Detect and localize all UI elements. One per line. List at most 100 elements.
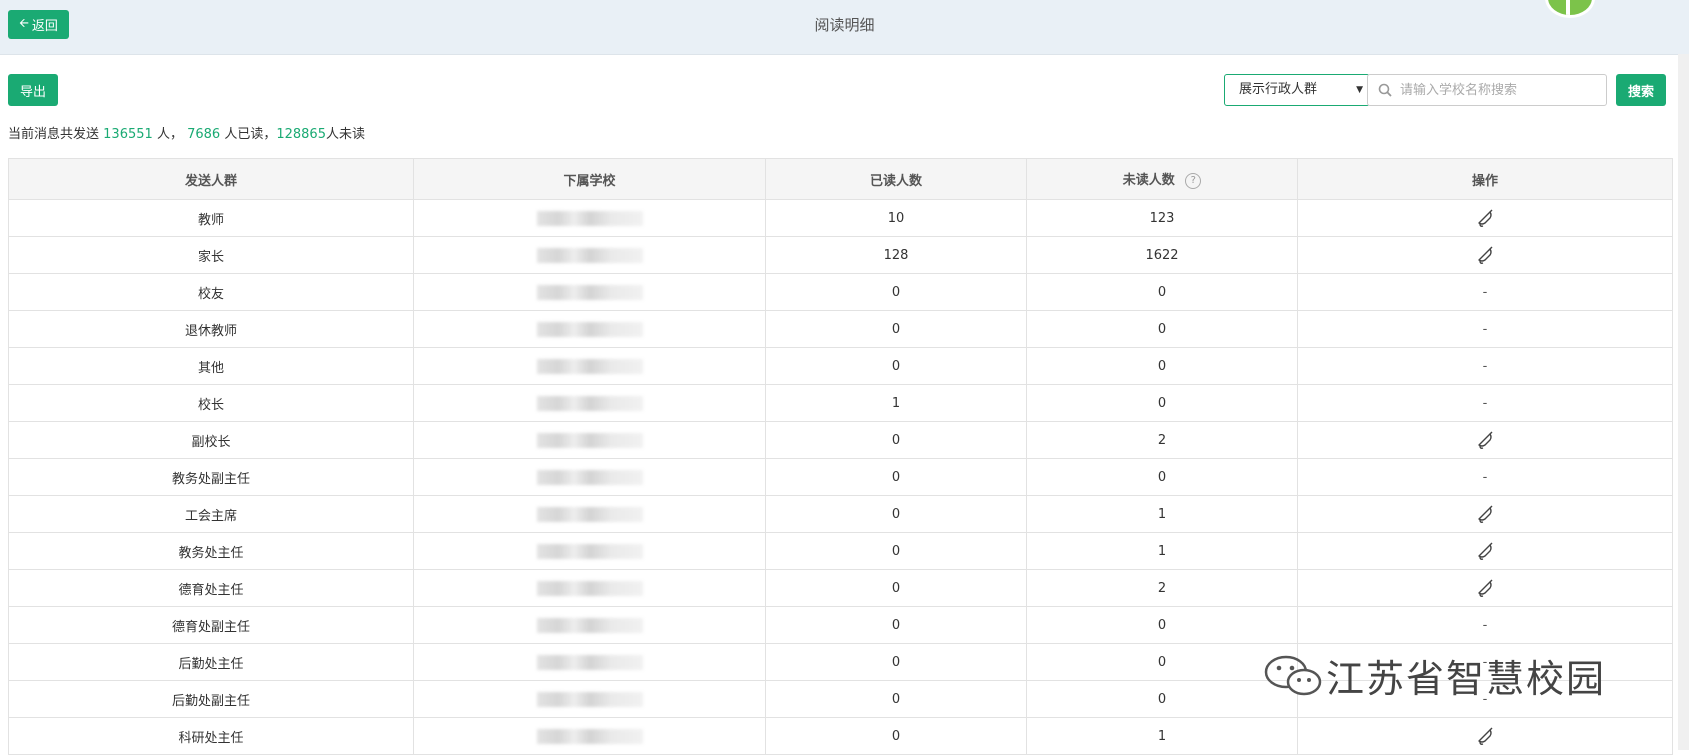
cell-school <box>413 569 766 607</box>
blurred-school-name <box>536 284 643 300</box>
cell-school <box>413 384 766 422</box>
no-action-dash: - <box>1482 395 1488 411</box>
cell-school <box>413 717 766 755</box>
summary-read: 7686 <box>187 127 221 142</box>
cell-school <box>413 606 766 644</box>
export-button[interactable]: 导出 <box>8 74 58 106</box>
cell-group: 工会主席 <box>8 495 414 533</box>
cell-read-count: 0 <box>765 532 1027 570</box>
col-header-group[interactable]: 发送人群 <box>8 158 414 200</box>
school-search-box[interactable] <box>1367 74 1607 106</box>
cell-read-count: 128 <box>765 236 1027 274</box>
summary-total-unit: 人， <box>156 127 183 142</box>
cell-action <box>1297 421 1673 459</box>
cell-read-count: 0 <box>765 569 1027 607</box>
cell-unread-count: 123 <box>1026 199 1298 237</box>
cell-group: 退休教师 <box>8 310 414 348</box>
cell-action <box>1297 495 1673 533</box>
no-action-dash: - <box>1482 321 1488 337</box>
blurred-school-name <box>536 469 643 485</box>
cell-school <box>413 643 766 681</box>
blurred-school-name <box>536 617 643 633</box>
search-button[interactable]: 搜索 <box>1616 74 1666 106</box>
bell-icon[interactable] <box>1475 245 1495 265</box>
blurred-school-name <box>536 728 643 744</box>
blurred-school-name <box>536 432 643 448</box>
cell-group: 副校长 <box>8 421 414 459</box>
summary-unread: 128865 <box>276 127 326 142</box>
cell-group: 后勤处副主任 <box>8 680 414 718</box>
bell-icon[interactable] <box>1475 430 1495 450</box>
cell-unread-count: 0 <box>1026 680 1298 718</box>
cell-action: - <box>1297 606 1673 644</box>
summary-read-unit: 人已读， <box>224 127 277 142</box>
table-row: 德育处主任 0 2 <box>8 569 1673 607</box>
col-header-unread[interactable]: 未读人数 ? <box>1026 158 1298 200</box>
school-search-input[interactable] <box>1398 76 1602 104</box>
cell-unread-count: 1 <box>1026 495 1298 533</box>
cell-unread-count: 1622 <box>1026 236 1298 274</box>
cell-action <box>1297 199 1673 237</box>
summary-prefix: 当前消息共发送 <box>8 127 100 142</box>
cell-school <box>413 680 766 718</box>
table-row: 校友 0 0 - <box>8 273 1673 311</box>
blurred-school-name <box>536 506 643 522</box>
no-action-dash: - <box>1482 284 1488 300</box>
cell-unread-count: 0 <box>1026 310 1298 348</box>
cell-group: 德育处副主任 <box>8 606 414 644</box>
question-circle-icon[interactable]: ? <box>1185 172 1202 189</box>
cell-action: - <box>1297 384 1673 422</box>
col-header-school[interactable]: 下属学校 <box>413 158 766 200</box>
cell-unread-count: 0 <box>1026 273 1298 311</box>
table-row: 退休教师 0 0 - <box>8 310 1673 348</box>
caret-down-icon: ▼ <box>1356 85 1363 95</box>
back-button[interactable]: 🡨 返回 <box>8 10 69 39</box>
cell-school <box>413 310 766 348</box>
page-scrollbar[interactable] <box>1678 54 1689 750</box>
cell-read-count: 0 <box>765 347 1027 385</box>
bell-icon[interactable] <box>1475 541 1495 561</box>
no-action-dash: - <box>1482 358 1488 374</box>
cell-school <box>413 532 766 570</box>
table-row: 其他 0 0 - <box>8 347 1673 385</box>
watermark-text: 江苏省智慧校园 <box>1326 657 1607 701</box>
col-header-read[interactable]: 已读人数 <box>765 158 1027 200</box>
bell-icon[interactable] <box>1475 578 1495 598</box>
cell-unread-count: 0 <box>1026 643 1298 681</box>
cell-unread-count: 2 <box>1026 569 1298 607</box>
blurred-school-name <box>536 580 643 596</box>
blurred-school-name <box>536 395 643 411</box>
blurred-school-name <box>536 247 643 263</box>
send-summary: 当前消息共发送 136551 人， 7686 人已读，128865人未读 <box>8 123 365 142</box>
cell-unread-count: 1 <box>1026 532 1298 570</box>
cell-unread-count: 1 <box>1026 717 1298 755</box>
cell-action: - <box>1297 458 1673 496</box>
col-header-action[interactable]: 操作 <box>1297 158 1673 200</box>
cell-group: 教师 <box>8 199 414 237</box>
top-bar: 阅读明细 🡨 返回 <box>0 0 1689 55</box>
cell-read-count: 0 <box>765 458 1027 496</box>
blurred-school-name <box>536 691 643 707</box>
bell-icon[interactable] <box>1475 208 1495 228</box>
cell-group: 教务处副主任 <box>8 458 414 496</box>
cell-school <box>413 458 766 496</box>
cell-unread-count: 0 <box>1026 458 1298 496</box>
table-row: 副校长 0 2 <box>8 421 1673 459</box>
cell-action: - <box>1297 273 1673 311</box>
cell-read-count: 0 <box>765 643 1027 681</box>
blurred-school-name <box>536 543 643 559</box>
watermark: 江苏省智慧校园 <box>1262 648 1606 703</box>
arrow-left-icon: 🡨 <box>19 16 29 30</box>
cell-read-count: 10 <box>765 199 1027 237</box>
table-row: 教师 10 123 <box>8 199 1673 237</box>
table-row: 家长 128 1622 <box>8 236 1673 274</box>
table-row: 校长 1 0 - <box>8 384 1673 422</box>
table-row: 德育处副主任 0 0 - <box>8 606 1673 644</box>
group-filter-select[interactable]: 展示行政人群 ▼ <box>1224 74 1370 106</box>
blurred-school-name <box>536 210 643 226</box>
cell-unread-count: 2 <box>1026 421 1298 459</box>
bell-icon[interactable] <box>1475 504 1495 524</box>
summary-unread-unit: 人未读 <box>325 127 365 142</box>
bell-icon[interactable] <box>1475 726 1495 746</box>
cell-read-count: 0 <box>765 680 1027 718</box>
